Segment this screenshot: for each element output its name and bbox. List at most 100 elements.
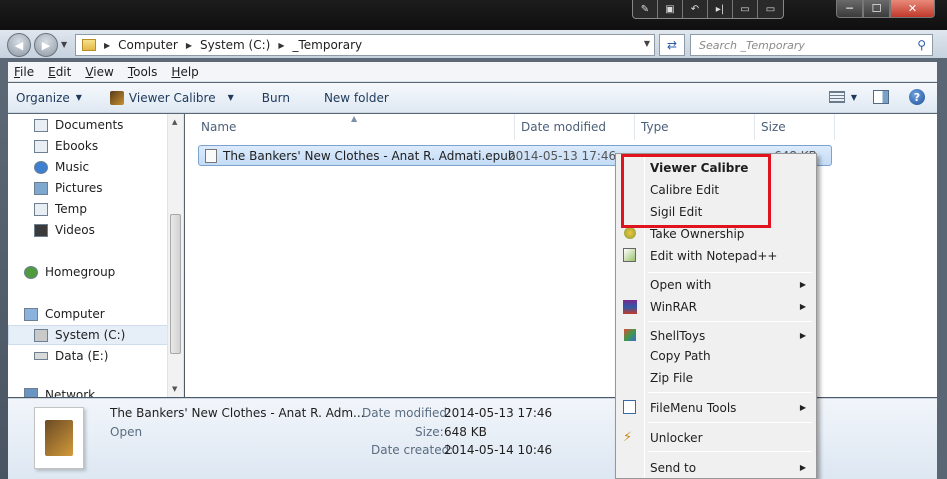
preview-pane-icon[interactable]	[873, 90, 889, 104]
nav-item-temp[interactable]: Temp	[34, 200, 87, 218]
submenu-arrow-icon: ▶	[799, 302, 806, 311]
file-thumbnail-icon	[34, 407, 84, 469]
nav-item-ebooks[interactable]: Ebooks	[34, 137, 98, 155]
nav-item-system-c[interactable]: System (C:)	[34, 326, 125, 344]
scroll-up-icon[interactable]: ▲	[172, 118, 177, 126]
viewer-calibre-button[interactable]: Viewer Calibre ▼	[90, 90, 242, 105]
nav-label: System (C:)	[55, 328, 126, 342]
tool-icon-1[interactable]: ✎	[633, 0, 658, 18]
nav-item-videos[interactable]: Videos	[34, 221, 95, 239]
menu-item-filemenu-tools[interactable]: FileMenu Tools	[650, 399, 736, 417]
window-border	[937, 58, 947, 479]
window-controls: ─ ☐ ✕	[836, 0, 935, 19]
search-box[interactable]: ⚲	[690, 34, 933, 56]
chevron-down-icon[interactable]: ▼	[851, 93, 857, 102]
temp-icon	[34, 202, 48, 216]
nav-item-pictures[interactable]: Pictures	[34, 179, 103, 197]
folder-icon	[82, 39, 96, 51]
burn-button[interactable]: Burn	[242, 91, 298, 105]
submenu-arrow-icon: ▶	[799, 331, 806, 340]
breadcrumb-computer[interactable]: Computer	[118, 38, 178, 52]
menu-item-copy-path[interactable]: Copy Path	[650, 347, 711, 365]
recent-pages-dropdown-icon[interactable]: ▼	[61, 40, 67, 49]
nav-item-computer[interactable]: Computer	[24, 305, 105, 323]
menu-help-rest: elp	[180, 64, 199, 79]
command-bar: Organize ▼ Viewer Calibre ▼ Burn New fol…	[8, 83, 937, 113]
refresh-button[interactable]: ⇄	[659, 34, 685, 56]
details-date-modified-label: Date modified:	[362, 406, 452, 420]
scroll-thumb[interactable]	[170, 214, 181, 354]
network-icon	[24, 388, 38, 397]
filemenu-tools-icon	[623, 400, 636, 414]
submenu-arrow-icon: ▶	[799, 403, 806, 412]
menu-item-open-with[interactable]: Open with	[650, 276, 711, 294]
change-view-icon[interactable]	[828, 91, 845, 103]
menu-bar: File Edit View Tools Help	[8, 62, 937, 82]
menu-separator	[648, 422, 812, 423]
nav-item-documents[interactable]: Documents	[34, 116, 123, 134]
drive-icon	[34, 352, 48, 360]
menu-tools[interactable]: Tools	[128, 65, 158, 79]
submenu-arrow-icon: ▶	[799, 463, 806, 472]
tool-icon-4[interactable]: ▸|	[708, 0, 733, 18]
menu-item-zip-file[interactable]: Zip File	[650, 369, 693, 387]
calibre-icon	[109, 90, 124, 105]
submenu-arrow-icon: ▶	[799, 280, 806, 289]
menu-item-notepad[interactable]: Edit with Notepad++	[650, 247, 777, 265]
back-button[interactable]: ◀	[7, 33, 31, 57]
details-file-name: The Bankers' New Clothes - Anat R. Adm..…	[110, 406, 365, 420]
nav-item-homegroup[interactable]: Homegroup	[24, 263, 115, 281]
search-input[interactable]	[699, 38, 899, 52]
organize-button[interactable]: Organize ▼	[8, 91, 90, 105]
menu-item-winrar[interactable]: WinRAR	[650, 298, 697, 316]
chevron-right-icon[interactable]: ▶	[186, 41, 192, 50]
tool-icon-6[interactable]: ▭	[758, 0, 783, 18]
maximize-button[interactable]: ☐	[863, 0, 890, 18]
chevron-right-icon[interactable]: ▶	[278, 41, 284, 50]
nav-label: Data (E:)	[55, 349, 109, 363]
nav-item-data-e[interactable]: Data (E:)	[34, 347, 108, 365]
file-name: The Bankers' New Clothes - Anat R. Admat…	[223, 148, 516, 163]
menu-file-rest: ile	[20, 64, 35, 79]
minimize-button[interactable]: ─	[836, 0, 863, 18]
menu-separator	[648, 392, 812, 393]
details-date-modified: 2014-05-13 17:46	[444, 406, 553, 420]
breadcrumb-temporary[interactable]: _Temporary	[292, 38, 362, 52]
music-icon	[34, 160, 48, 174]
column-header-size[interactable]: Size	[755, 114, 835, 140]
menu-file[interactable]: File	[14, 65, 34, 79]
scroll-down-icon[interactable]: ▼	[172, 385, 177, 393]
close-button[interactable]: ✕	[890, 0, 935, 18]
column-header-date[interactable]: Date modified	[515, 114, 635, 140]
address-row: ◀ ▶ ▼ ▶ Computer ▶ System (C:) ▶ _Tempor…	[0, 30, 947, 58]
menu-view[interactable]: View	[85, 65, 113, 79]
nav-scrollbar[interactable]: ▲ ▼	[167, 114, 183, 397]
organize-label: Organize	[16, 90, 70, 105]
forward-button[interactable]: ▶	[34, 33, 58, 57]
column-header-name[interactable]: Name	[185, 114, 515, 140]
menu-help[interactable]: Help	[171, 65, 198, 79]
menu-item-shelltoys[interactable]: ShellToys	[650, 327, 705, 345]
help-icon[interactable]: ?	[909, 89, 925, 105]
shelltoys-icon	[624, 329, 636, 341]
new-folder-button[interactable]: New folder	[298, 91, 397, 105]
nav-item-network[interactable]: Network	[24, 388, 95, 397]
chevron-right-icon[interactable]: ▶	[104, 41, 110, 50]
tool-icon-5[interactable]: ▭	[733, 0, 758, 18]
drive-icon	[34, 328, 48, 342]
tool-icon-3[interactable]: ↶	[683, 0, 708, 18]
search-icon[interactable]: ⚲	[917, 38, 926, 52]
address-dropdown-icon[interactable]: ▼	[644, 39, 650, 48]
homegroup-icon	[24, 265, 38, 279]
nav-item-music[interactable]: Music	[34, 158, 89, 176]
breadcrumb-system-c[interactable]: System (C:)	[200, 38, 270, 52]
nav-label: Music	[55, 160, 90, 174]
address-bar[interactable]: ▶ Computer ▶ System (C:) ▶ _Temporary ▼	[75, 34, 655, 56]
nav-label: Ebooks	[55, 139, 99, 153]
column-header-type[interactable]: Type	[635, 114, 755, 140]
tool-icon-2[interactable]: ▣	[658, 0, 683, 18]
details-size-label: Size:	[415, 425, 444, 439]
menu-item-send-to[interactable]: Send to	[650, 459, 696, 477]
menu-edit[interactable]: Edit	[48, 65, 71, 79]
menu-item-unlocker[interactable]: Unlocker	[650, 429, 703, 447]
